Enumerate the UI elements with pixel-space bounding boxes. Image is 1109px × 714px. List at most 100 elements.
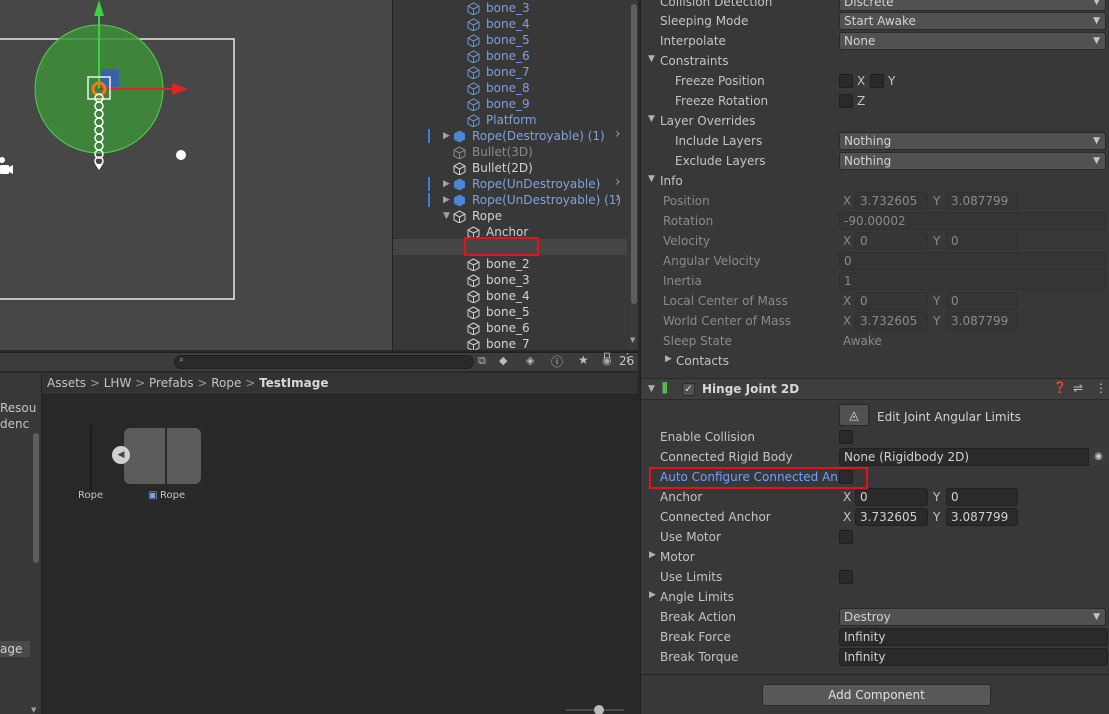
connected-anchor-y-field[interactable]: 3.087799	[946, 508, 1018, 526]
hierarchy-item[interactable]: Bullet(2D)	[393, 160, 627, 176]
search-input[interactable]: ⌕	[174, 355, 474, 369]
inspector-panel[interactable]: Collision Detection Discrete ▼ Sleeping M…	[640, 0, 1109, 714]
y-axis-arrow[interactable]	[94, 0, 104, 16]
open-prefab-chevron-icon[interactable]: ›	[615, 126, 621, 142]
break-force-field[interactable]: Infinity	[839, 628, 1108, 646]
include-layers-dropdown[interactable]: Nothing ▼	[839, 132, 1106, 150]
use-limits-checkbox[interactable]	[839, 570, 853, 584]
anchor-x-field[interactable]: 0	[855, 488, 928, 506]
asset-label-rope[interactable]: Rope	[78, 490, 103, 501]
layer-overrides-foldout[interactable]: ▼ Layer Overrides	[641, 111, 1109, 131]
filter-label-icon[interactable]: ◆	[499, 354, 507, 367]
hierarchy-item[interactable]: bone_2	[393, 256, 627, 272]
hierarchy-item[interactable]: bone_4	[393, 16, 627, 32]
exclude-layers-dropdown[interactable]: Nothing ▼	[839, 152, 1106, 170]
hierarchy-item[interactable]: bone_5	[393, 32, 627, 48]
hierarchy-item[interactable]: bone_3	[393, 0, 627, 16]
interpolate-dropdown[interactable]: None ▼	[839, 32, 1106, 50]
bullet-object[interactable]	[176, 150, 186, 160]
warning-icon[interactable]: ⓘ	[551, 353, 563, 370]
enable-collision-checkbox[interactable]	[839, 430, 853, 444]
break-action-dropdown[interactable]: Destroy ▼	[839, 608, 1106, 626]
hierarchy-panel[interactable]: bone_3 bone_4 bone_5 bone_6 bone_7 bone_8 bone…	[392, 0, 638, 350]
hierarchy-scroll-thumb[interactable]	[631, 4, 637, 304]
scene-view[interactable]	[0, 0, 392, 350]
open-prefab-chevron-icon[interactable]: ›	[615, 174, 621, 190]
thumbnail-size-handle[interactable]	[594, 705, 604, 714]
prefab-override-bar	[428, 177, 430, 191]
hierarchy-scrollbar[interactable]: ▼	[629, 0, 638, 350]
hierarchy-item[interactable]: bone_6	[393, 48, 627, 64]
scroll-down-icon[interactable]: ▼	[31, 706, 36, 714]
chevron-down-icon: ▼	[1093, 36, 1100, 46]
hierarchy-item[interactable]: ▶ Rope(UnDestroyable) (1) ›	[393, 190, 627, 208]
hierarchy-item[interactable]: bone_5	[393, 304, 627, 320]
asset-label-rope-prefab[interactable]: Rope	[160, 490, 185, 501]
angle-limits-foldout[interactable]: ▶ Angle Limits	[641, 587, 1109, 607]
folder-partial-resources[interactable]: Resou	[0, 401, 36, 415]
folder-tree-scroll-thumb[interactable]	[33, 433, 39, 563]
presets-icon[interactable]: ⇌	[1073, 381, 1083, 395]
add-component-button[interactable]: Add Component	[762, 684, 991, 706]
hierarchy-item[interactable]: bone_7	[393, 336, 627, 350]
breadcrumb-item[interactable]: Rope	[211, 376, 241, 390]
more-options-icon[interactable]: ⋮	[622, 351, 633, 364]
hierarchy-item[interactable]: bone_7	[393, 64, 627, 80]
breadcrumb-item[interactable]: TestImage	[259, 376, 328, 390]
edit-angular-limits-button[interactable]: ◬	[839, 404, 869, 426]
contacts-foldout[interactable]: ▶ Contacts	[641, 351, 1109, 371]
hinge-joint-header[interactable]: ▼ ⫼ ✓ Hinge Joint 2D ❓ ⇌ ⋮	[641, 378, 1109, 400]
folder-selected-row[interactable]: age	[0, 641, 30, 657]
motor-foldout[interactable]: ▶ Motor	[641, 547, 1109, 567]
connected-anchor-x-field[interactable]: 3.732605	[855, 508, 928, 526]
object-picker-icon[interactable]: ◉	[1088, 448, 1108, 466]
foldout-collapsed-icon[interactable]: ▶	[443, 192, 450, 208]
scroll-down-icon[interactable]: ▼	[630, 336, 635, 344]
more-options-icon[interactable]: ⋮	[1095, 381, 1107, 395]
camera-icon[interactable]	[0, 157, 13, 174]
folder-partial-dependencies[interactable]: denc	[0, 417, 29, 431]
sleeping-mode-dropdown[interactable]: Start Awake ▼	[839, 12, 1106, 30]
hierarchy-item[interactable]: bone_3	[393, 272, 627, 288]
foldout-collapsed-icon[interactable]: ▶	[443, 176, 450, 192]
info-foldout[interactable]: ▼ Info	[641, 171, 1109, 191]
hierarchy-item[interactable]: bone_6	[393, 320, 627, 336]
break-torque-field[interactable]: Infinity	[839, 648, 1108, 666]
connected-rb-field[interactable]: None (Rigidbody 2D)	[839, 448, 1108, 466]
x-axis-arrow[interactable]	[172, 83, 188, 95]
hierarchy-item[interactable]: Platform	[393, 112, 627, 128]
lock-icon[interactable]: ⊓	[603, 351, 611, 362]
project-folder-tree[interactable]: Resou denc age ▼	[0, 373, 42, 714]
freeze-rotation-z-checkbox[interactable]	[839, 94, 853, 108]
freeze-position-y-checkbox[interactable]	[870, 74, 884, 88]
foldout-expanded-icon[interactable]: ▼	[443, 208, 450, 224]
favorite-star-icon[interactable]: ★	[578, 353, 589, 367]
freeze-position-x-checkbox[interactable]	[839, 74, 853, 88]
hierarchy-item[interactable]: bone_4	[393, 288, 627, 304]
tag-icon[interactable]: ◈	[526, 354, 534, 367]
foldout-collapsed-icon[interactable]: ▶	[443, 128, 450, 144]
hierarchy-item[interactable]: bone_9	[393, 96, 627, 112]
help-icon[interactable]: ❓	[1053, 381, 1067, 394]
breadcrumb-item[interactable]: LHW	[104, 376, 132, 390]
thumbnail-size-slider[interactable]	[566, 705, 624, 714]
scene-canvas[interactable]	[0, 0, 392, 350]
anchor-y-field[interactable]: 0	[946, 488, 1018, 506]
component-enabled-checkbox[interactable]: ✓	[682, 383, 695, 396]
expand-prefab-icon[interactable]: ◀	[112, 446, 130, 464]
hierarchy-item[interactable]: bone_8	[393, 80, 627, 96]
breadcrumb-item[interactable]: Assets	[47, 376, 86, 390]
collision-detection-dropdown[interactable]: Discrete ▼	[839, 0, 1106, 11]
filter-type-icon[interactable]: ⧉	[478, 354, 486, 368]
hierarchy-item[interactable]: ▶ Rope(Destroyable) (1) ›	[393, 126, 627, 144]
project-panel[interactable]: ⌕ ⧉ ◆ ◈ ⓘ ★ ◉ 26 ⊓ ⋮ Resou denc age ▼ As…	[0, 351, 638, 714]
hierarchy-item[interactable]: ▼ Rope	[393, 208, 627, 224]
rope-asset-thumbnail[interactable]	[90, 425, 92, 491]
hierarchy-item[interactable]: Bullet(3D)	[393, 144, 627, 160]
open-prefab-chevron-icon[interactable]: ›	[615, 190, 621, 206]
breadcrumb-item[interactable]: Prefabs	[149, 376, 194, 390]
use-motor-checkbox[interactable]	[839, 530, 853, 544]
rope-prefab-thumbnail[interactable]: ◀	[112, 428, 201, 484]
hierarchy-item[interactable]: ▶ Rope(UnDestroyable) ›	[393, 174, 627, 192]
constraints-foldout[interactable]: ▼ Constraints	[641, 51, 1109, 71]
